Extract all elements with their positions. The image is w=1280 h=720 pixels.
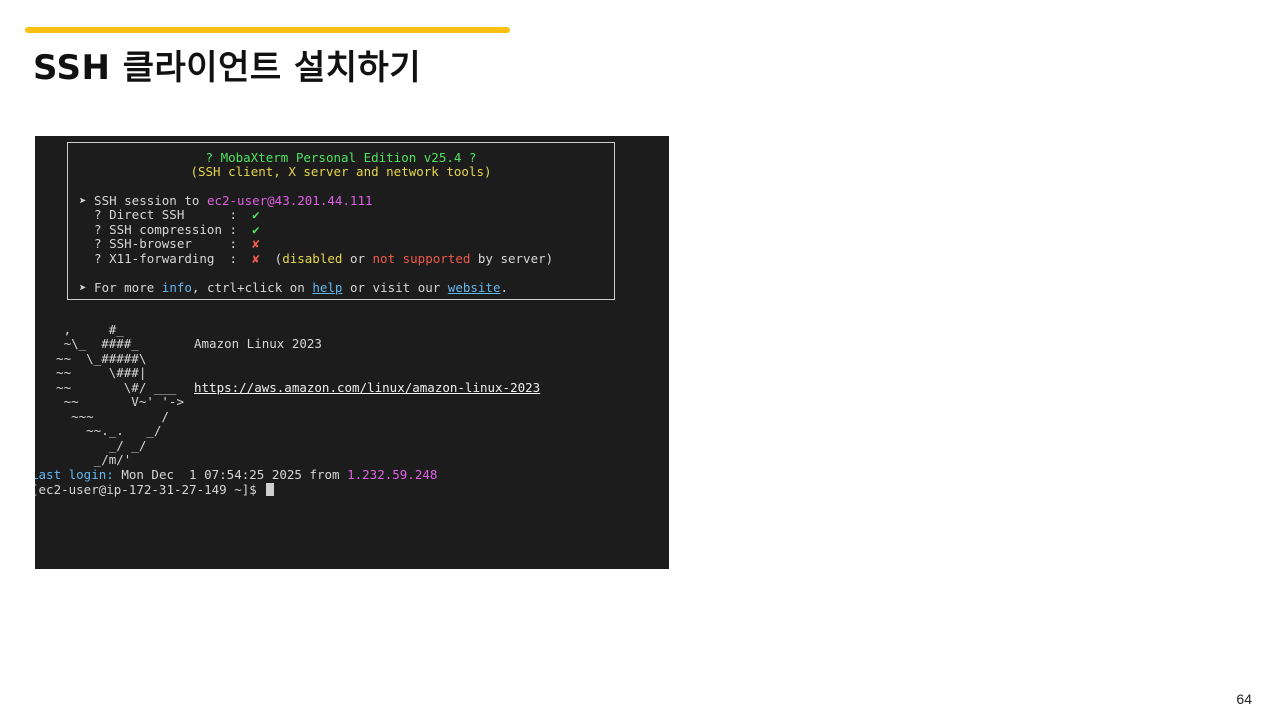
last-login-label: Last login: xyxy=(35,467,114,482)
x11-note-open: ( xyxy=(259,251,283,266)
more-prefix: ➤ For more xyxy=(79,280,162,295)
x11-note-close: by server) xyxy=(470,251,554,266)
feature-x11-forwarding: ? X11-forwarding : ✘ (disabled or not su… xyxy=(79,252,553,266)
terminal-cursor xyxy=(266,483,275,496)
page-number: 64 xyxy=(1236,691,1252,707)
ascii-line: ~~ V~' '-> xyxy=(41,394,184,409)
ascii-line: _/ _/ xyxy=(41,438,147,453)
session-prefix: ➤ SSH session to xyxy=(79,193,207,208)
banner-product: ? MobaXterm Personal Edition v25.4 ? xyxy=(205,150,477,165)
feature-direct-ssh: ? Direct SSH : ✔ xyxy=(79,208,260,222)
check-icon: ✔ xyxy=(252,222,260,237)
check-icon: ✔ xyxy=(252,207,260,222)
os-url-link[interactable]: https://aws.amazon.com/linux/amazon-linu… xyxy=(194,381,540,395)
help-link[interactable]: help xyxy=(312,280,342,295)
last-login-value: Mon Dec 1 07:54:25 2025 from xyxy=(113,467,348,482)
terminal-screenshot: ? MobaXterm Personal Edition v25.4 ? (SS… xyxy=(35,136,669,569)
more-end: . xyxy=(500,280,509,295)
title-accent-bar xyxy=(25,27,510,33)
feature-ssh-compression: ? SSH compression : ✔ xyxy=(79,223,260,237)
feature-label: ? Direct SSH : xyxy=(79,207,253,222)
os-name: Amazon Linux 2023 xyxy=(194,336,322,351)
more-mid: , ctrl+click on xyxy=(191,280,313,295)
more-visit: or visit our xyxy=(342,280,448,295)
ascii-line: _/m/' xyxy=(41,452,132,467)
x11-note-disabled: disabled xyxy=(282,251,343,266)
feature-label: ? SSH-browser : xyxy=(79,236,253,251)
cross-icon: ✘ xyxy=(252,236,260,251)
ascii-line: ~~~ / xyxy=(41,409,169,424)
banner-subtitle: (SSH client, X server and network tools) xyxy=(190,164,492,179)
ssh-session-line: ➤ SSH session to ec2-user@43.201.44.111 xyxy=(79,194,373,208)
ascii-line: ~~._. _/ xyxy=(41,423,162,438)
ascii-line: ~~ \###| xyxy=(41,365,147,380)
feature-ssh-browser: ? SSH-browser : ✘ xyxy=(79,237,260,251)
last-login-line: Last login: Mon Dec 1 07:54:25 2025 from… xyxy=(35,468,437,482)
ascii-line: , #_ xyxy=(41,322,124,337)
ascii-line: ~\_ ####_ xyxy=(41,336,139,351)
website-link[interactable]: website xyxy=(448,280,501,295)
slide-title: SSH 클라이언트 설치하기 xyxy=(33,48,422,88)
last-login-ip: 1.232.59.248 xyxy=(347,467,438,482)
ascii-line: ~~ \#/ ___ xyxy=(41,380,177,395)
feature-label: ? SSH compression : xyxy=(79,222,253,237)
shell-prompt-line[interactable]: [ec2-user@ip-172-31-27-149 ~]$ xyxy=(35,482,275,497)
mobaxterm-banner: ? MobaXterm Personal Edition v25.4 ? (SS… xyxy=(67,142,615,300)
cross-icon: ✘ xyxy=(252,251,260,266)
feature-label: ? X11-forwarding : xyxy=(79,251,253,266)
x11-note-or: or xyxy=(342,251,373,266)
ascii-line: ~~ \_#####\ xyxy=(41,351,147,366)
session-target: ec2-user@43.201.44.111 xyxy=(206,193,373,208)
more-info-line: ➤ For more info, ctrl+click on help or v… xyxy=(79,281,508,295)
shell-prompt: [ec2-user@ip-172-31-27-149 ~]$ xyxy=(35,482,265,497)
x11-note-not-supported: not supported xyxy=(372,251,471,266)
info-link[interactable]: info xyxy=(162,280,192,295)
